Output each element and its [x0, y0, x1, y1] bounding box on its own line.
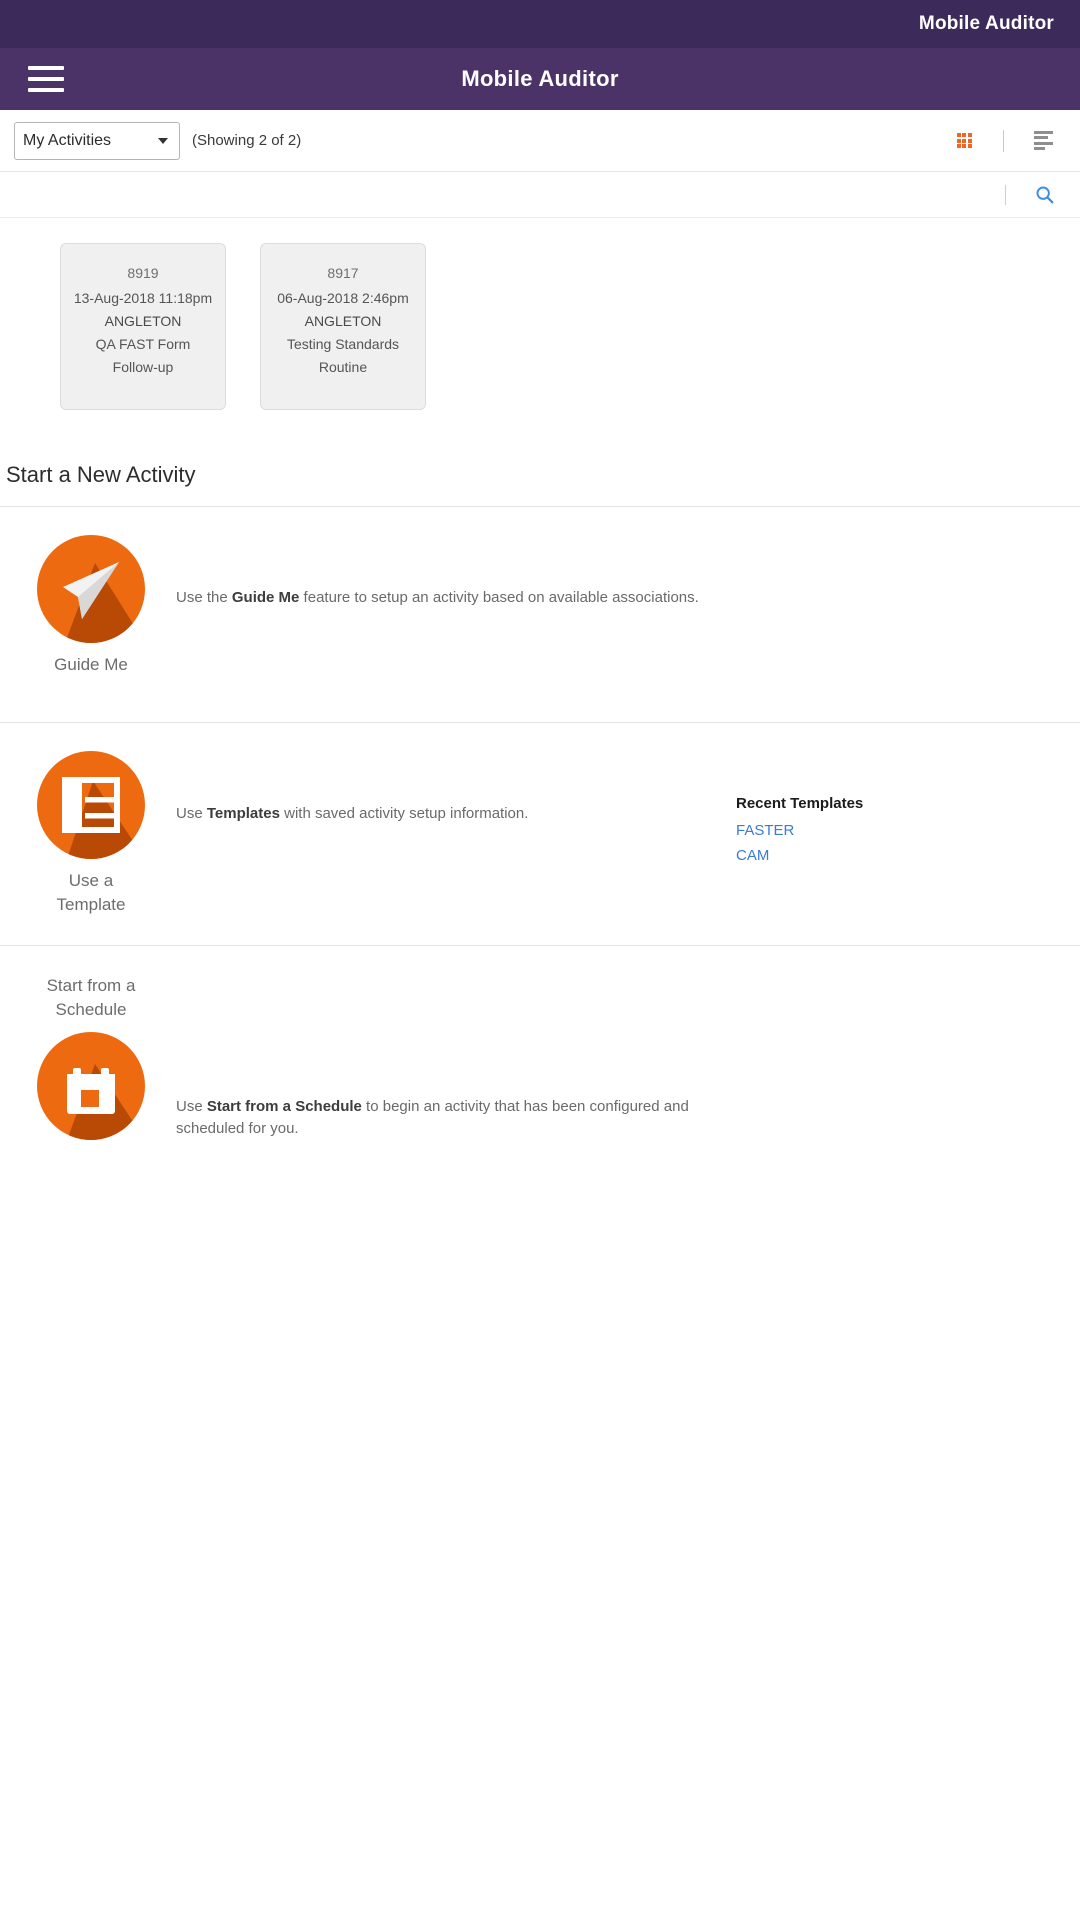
schedule-label-line2: Schedule: [55, 1000, 127, 1019]
search-divider: [1005, 184, 1006, 205]
guide-me-label: Guide Me: [54, 655, 128, 674]
new-activity-section: Start a New Activity Guide Me Use the Gu…: [0, 462, 1080, 1168]
activity-datetime: 06-Aug-2018 2:46pm: [277, 290, 409, 306]
activity-filter-select[interactable]: My Activities: [14, 121, 180, 160]
grid-view-icon[interactable]: [949, 126, 979, 156]
activity-location: ANGLETON: [104, 313, 182, 329]
list-view-icon[interactable]: [1028, 126, 1058, 156]
activity-type: Follow-up: [112, 359, 174, 375]
view-mode-group: [949, 126, 1058, 156]
recent-template-link[interactable]: FASTER: [736, 818, 996, 843]
guide-me-desc-bold: Guide Me: [231, 589, 300, 606]
recent-templates-panel: Recent Templates FASTER CAM: [736, 751, 996, 868]
use-template-button[interactable]: Use a Template: [6, 751, 176, 917]
activity-card[interactable]: 8917 06-Aug-2018 2:46pm ANGLETON Testing…: [260, 243, 426, 410]
calendar-icon: [37, 1032, 145, 1140]
start-from-schedule-button[interactable]: Start from a Schedule: [6, 974, 176, 1140]
paper-plane-icon: [37, 535, 145, 643]
template-layout-glyph: [62, 777, 145, 859]
option-row-template: Use a Template Use Templates with saved …: [0, 723, 1080, 945]
use-template-label-line2: Template: [56, 895, 126, 914]
schedule-label-line1: Start from a: [46, 976, 136, 995]
app-bar: Mobile Auditor: [0, 48, 1080, 110]
section-heading: Start a New Activity: [6, 462, 196, 487]
template-layout-icon: [37, 751, 145, 859]
template-desc-bold: Templates: [206, 805, 280, 822]
toolbar-divider: [1003, 129, 1004, 152]
activity-form: QA FAST Form: [95, 336, 191, 352]
guide-me-desc-suffix: feature to setup an activity based on av…: [299, 589, 699, 606]
calendar-glyph: [67, 1064, 145, 1140]
activity-id: 8919: [127, 265, 159, 281]
use-template-label: Use a Template: [57, 869, 126, 917]
grid-view-glyph: [956, 133, 972, 148]
template-description: Use Templates with saved activity setup …: [176, 751, 736, 825]
search-icon[interactable]: [1034, 184, 1056, 206]
activity-filter-wrap: My Activities: [14, 121, 180, 160]
template-desc-suffix: with saved activity setup information.: [279, 805, 529, 822]
option-row-guide-me: Guide Me Use the Guide Me feature to set…: [0, 507, 1080, 722]
activity-form: Testing Standards: [286, 336, 400, 352]
activity-datetime: 13-Aug-2018 11:18pm: [73, 290, 213, 306]
paper-plane-glyph: [63, 562, 145, 643]
guide-me-description: Use the Guide Me feature to setup an act…: [176, 535, 736, 609]
page-title: Mobile Auditor: [461, 66, 619, 91]
schedule-desc-prefix: Use: [176, 1098, 207, 1115]
activity-card[interactable]: 8919 13-Aug-2018 11:18pm ANGLETON QA FAS…: [60, 243, 226, 410]
search-icon-glyph: [1036, 186, 1054, 203]
recent-templates-title: Recent Templates: [736, 795, 864, 812]
guide-me-button[interactable]: Guide Me: [6, 535, 176, 677]
status-bar-title: Mobile Auditor: [918, 13, 1054, 34]
activity-card-list: 8919 13-Aug-2018 11:18pm ANGLETON QA FAS…: [0, 218, 1080, 410]
search-row: [0, 172, 1080, 218]
activity-type: Routine: [318, 359, 368, 375]
hamburger-menu-icon[interactable]: [28, 66, 64, 92]
list-view-glyph: [1033, 130, 1053, 151]
activity-location: ANGLETON: [304, 313, 382, 329]
schedule-label: Start from a Schedule: [47, 974, 136, 1022]
option-row-schedule: Start from a Schedule Use Start from a S…: [0, 946, 1080, 1168]
recent-template-link[interactable]: CAM: [736, 843, 996, 868]
status-bar: Mobile Auditor: [0, 0, 1080, 48]
activity-id: 8917: [327, 265, 359, 281]
guide-me-desc-prefix: Use the: [176, 589, 232, 606]
schedule-description: Use Start from a Schedule to begin an ac…: [176, 974, 736, 1140]
template-desc-prefix: Use: [176, 805, 207, 822]
filter-toolbar: My Activities (Showing 2 of 2): [0, 110, 1080, 172]
use-template-label-line1: Use a: [68, 871, 114, 890]
showing-count-label: (Showing 2 of 2): [192, 132, 302, 149]
schedule-desc-bold: Start from a Schedule: [206, 1098, 362, 1115]
